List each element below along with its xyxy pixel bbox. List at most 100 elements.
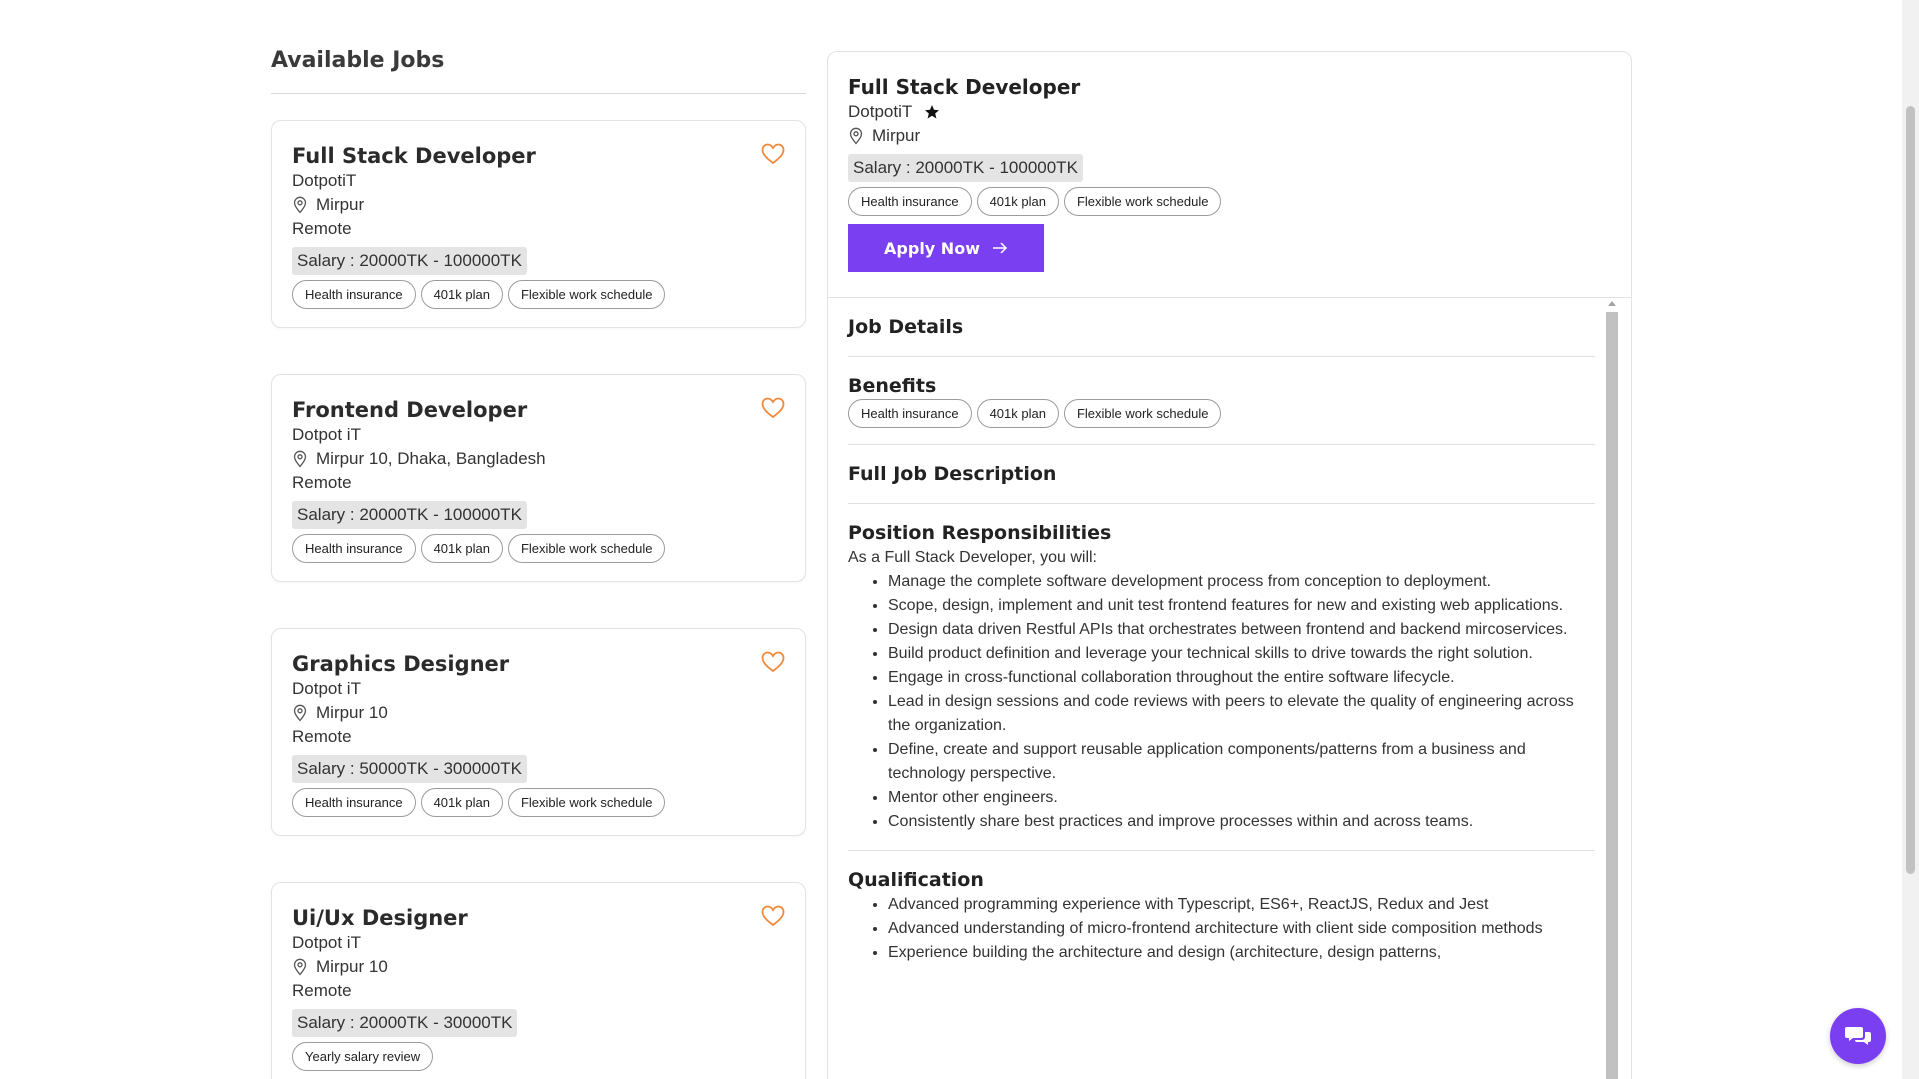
benefit-tag: Health insurance — [848, 187, 972, 216]
page-scrollbar-thumb[interactable] — [1906, 106, 1915, 874]
map-pin-icon — [293, 958, 307, 976]
apply-now-label: Apply Now — [884, 238, 980, 258]
detail-scrollbar[interactable] — [1605, 298, 1619, 1079]
job-location: Mirpur — [292, 193, 785, 217]
job-detail-panel: Full Stack Developer DotpotiT Mirpur Sal… — [827, 51, 1632, 1079]
detail-body[interactable]: Job Details Benefits Health insurance 40… — [828, 298, 1631, 1079]
list-item: Advanced programming experience with Typ… — [888, 893, 1595, 917]
job-title: Graphics Designer — [292, 652, 510, 676]
benefit-tag: Flexible work schedule — [1063, 399, 1222, 428]
salary-badge: Salary : 50000TK - 300000TK — [292, 755, 527, 783]
job-location: Mirpur 10 — [292, 955, 785, 979]
job-company: Dotpot iT — [292, 679, 361, 698]
job-title: Full Stack Developer — [292, 144, 536, 168]
job-card-uiux-designer[interactable]: Ui/Ux Designer Dotpot iT Mirpur 10 Remot… — [271, 882, 806, 1079]
job-company: DotpotiT — [292, 171, 357, 190]
benefits-tags: Health insurance 401k plan Flexible work… — [848, 399, 1595, 428]
map-pin-icon — [293, 196, 307, 214]
page-scrollbar[interactable] — [1902, 0, 1919, 1079]
detail-company: DotpotiT — [848, 100, 1611, 124]
benefit-tag: 401k plan — [420, 788, 503, 817]
benefit-tags: Health insurance 401k plan Flexible work… — [292, 534, 785, 563]
list-item: Scope, design, implement and unit test f… — [888, 594, 1595, 618]
map-pin-icon — [293, 450, 307, 468]
scroll-up-arrow-icon[interactable] — [1608, 301, 1616, 306]
benefits-section: Benefits Health insurance 401k plan Flex… — [848, 373, 1595, 445]
detail-title: Full Stack Developer — [848, 75, 1081, 99]
job-type: Remote — [292, 981, 352, 1000]
benefit-tag: Yearly salary review — [292, 1042, 434, 1071]
job-card-graphics-designer[interactable]: Graphics Designer Dotpot iT Mirpur 10 Re… — [271, 628, 806, 836]
job-title: Frontend Developer — [292, 398, 528, 422]
job-card-frontend-developer[interactable]: Frontend Developer Dotpot iT Mirpur 10, … — [271, 374, 806, 582]
list-item: Experience building the architecture and… — [888, 941, 1595, 965]
job-location-text: Mirpur 10 — [316, 703, 388, 722]
scrollbar-thumb[interactable] — [1606, 312, 1618, 1079]
benefit-tags: Yearly salary review — [292, 1042, 785, 1071]
responsibilities-section: Position Responsibilities As a Full Stac… — [848, 520, 1595, 851]
job-location: Mirpur 10 — [292, 701, 785, 725]
app-root: Available Jobs Full Stack Developer Dotp… — [0, 0, 1919, 1079]
detail-benefit-tags: Health insurance 401k plan Flexible work… — [848, 187, 1611, 216]
benefit-tag: Flexible work schedule — [507, 534, 666, 563]
detail-header: Full Stack Developer DotpotiT Mirpur Sal… — [828, 52, 1631, 298]
detail-location-text: Mirpur — [872, 126, 921, 145]
detail-company-name: DotpotiT — [848, 102, 913, 121]
heart-icon[interactable] — [761, 143, 785, 165]
list-item: Lead in design sessions and code reviews… — [888, 690, 1595, 738]
benefit-tag: Health insurance — [848, 399, 972, 428]
job-list-column: Available Jobs Full Stack Developer Dotp… — [271, 48, 806, 1079]
chat-button[interactable] — [1830, 1008, 1886, 1064]
qualification-section: Qualification Advanced programming exper… — [848, 867, 1595, 981]
detail-salary-badge: Salary : 20000TK - 100000TK — [848, 154, 1083, 182]
responsibilities-list: Manage the complete software development… — [848, 570, 1595, 834]
list-item: Build product definition and leverage yo… — [888, 642, 1595, 666]
benefit-tag: Flexible work schedule — [1063, 187, 1222, 216]
benefit-tag: 401k plan — [976, 399, 1059, 428]
full-description-heading: Full Job Description — [848, 463, 1057, 485]
job-type: Remote — [292, 219, 352, 238]
job-details-heading: Job Details — [848, 316, 964, 338]
responsibilities-intro: As a Full Stack Developer, you will: — [848, 549, 1097, 566]
salary-badge: Salary : 20000TK - 100000TK — [292, 501, 527, 529]
job-company: Dotpot iT — [292, 425, 361, 444]
benefit-tag: Health insurance — [292, 534, 416, 563]
benefit-tags: Health insurance 401k plan Flexible work… — [292, 280, 785, 309]
heart-icon[interactable] — [761, 905, 785, 927]
benefit-tag: Flexible work schedule — [507, 280, 666, 309]
qualification-heading: Qualification — [848, 869, 984, 891]
job-location: Mirpur 10, Dhaka, Bangladesh — [292, 447, 785, 471]
map-pin-icon — [293, 704, 307, 722]
job-company: Dotpot iT — [292, 933, 361, 952]
benefit-tag: 401k plan — [420, 534, 503, 563]
heart-icon[interactable] — [761, 651, 785, 673]
job-title: Ui/Ux Designer — [292, 906, 468, 930]
map-pin-icon — [849, 127, 863, 145]
benefit-tag: 401k plan — [420, 280, 503, 309]
apply-now-button[interactable]: Apply Now — [848, 224, 1044, 272]
list-item: Design data driven Restful APIs that orc… — [888, 618, 1595, 642]
benefit-tag: Health insurance — [292, 788, 416, 817]
job-details-section: Job Details — [848, 314, 1595, 357]
list-item: Manage the complete software development… — [888, 570, 1595, 594]
arrow-right-icon — [992, 242, 1008, 254]
benefit-tag: 401k plan — [976, 187, 1059, 216]
job-location-text: Mirpur — [316, 195, 365, 214]
benefit-tag: Flexible work schedule — [507, 788, 666, 817]
full-description-section: Full Job Description — [848, 461, 1595, 504]
list-item: Mentor other engineers. — [888, 786, 1595, 810]
star-icon — [925, 105, 940, 119]
detail-location: Mirpur — [848, 124, 1611, 148]
list-item: Consistently share best practices and im… — [888, 810, 1595, 834]
job-type: Remote — [292, 473, 352, 492]
benefit-tags: Health insurance 401k plan Flexible work… — [292, 788, 785, 817]
list-heading: Available Jobs — [271, 48, 806, 94]
job-card-full-stack-developer[interactable]: Full Stack Developer DotpotiT Mirpur Rem… — [271, 120, 806, 328]
salary-badge: Salary : 20000TK - 100000TK — [292, 247, 527, 275]
job-type: Remote — [292, 727, 352, 746]
job-location-text: Mirpur 10, Dhaka, Bangladesh — [316, 449, 546, 468]
heart-icon[interactable] — [761, 397, 785, 419]
benefits-heading: Benefits — [848, 375, 937, 397]
qualification-list: Advanced programming experience with Typ… — [848, 893, 1595, 965]
salary-badge: Salary : 20000TK - 30000TK — [292, 1009, 518, 1037]
